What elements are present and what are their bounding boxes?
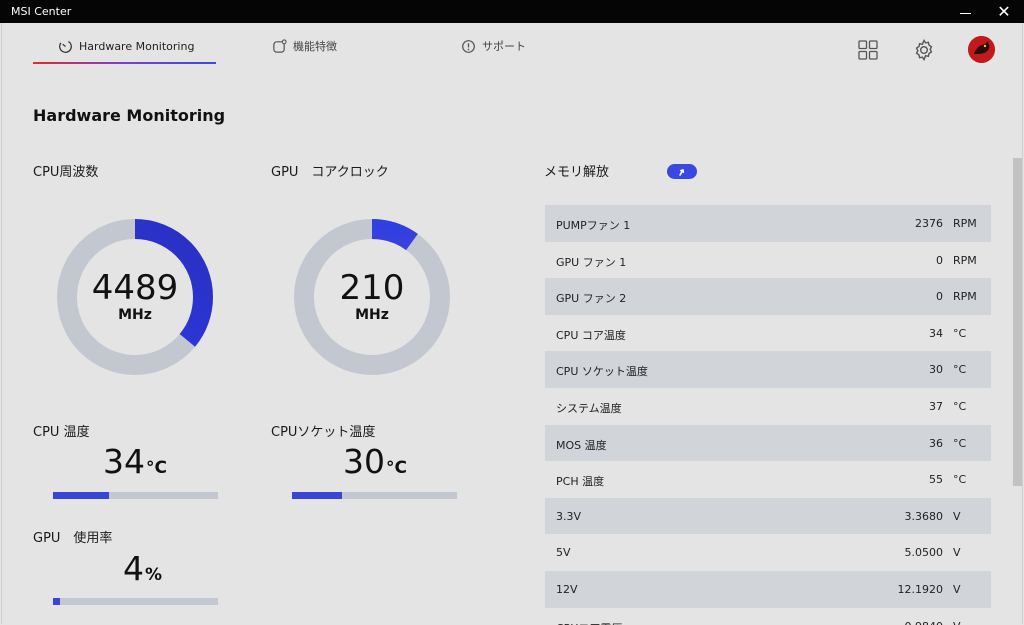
title-bar: MSI Center ✕: [0, 0, 1024, 23]
sensor-value: 2376: [915, 217, 943, 230]
cpu-temp-bar: [53, 492, 218, 499]
sensor-value: 30: [929, 363, 943, 377]
cpu-socket-temp-label: CPUソケット温度: [271, 425, 376, 440]
table-row: CPU コア温度 34 °C: [545, 315, 991, 352]
gpu-usage-bar-fill: [53, 598, 60, 605]
gpu-usage-bar: [53, 598, 218, 605]
sensor-unit: V: [953, 546, 961, 560]
sensor-unit: V: [953, 620, 961, 625]
sensor-name: PUMPファン 1: [556, 219, 631, 232]
gpu-usage-label: GPU 使用率: [33, 531, 113, 546]
sensor-name: 12V: [556, 582, 578, 596]
table-row: CPU ソケット温度 30 °C: [545, 351, 991, 388]
cpu-temp-unit: °C: [146, 458, 167, 478]
sensor-value: 0: [936, 253, 943, 267]
sensor-value: 55: [929, 473, 943, 487]
sensor-unit: °C: [953, 326, 967, 340]
page-title: Hardware Monitoring: [33, 106, 226, 125]
table-row: CPUコア電圧 0.9840 V: [545, 608, 991, 625]
sensor-value: 0: [936, 290, 943, 304]
cpu-frequency-unit: MHz: [118, 307, 152, 323]
features-icon: [271, 38, 287, 54]
sensor-table: PUMPファン 1 2376 RPM GPU ファン 1 0 RPM GPU ファン 20R…: [545, 205, 991, 625]
table-row: GPU ファン 1 0 RPM: [545, 242, 991, 279]
gpu-clock-unit: MHz: [355, 307, 389, 323]
active-tab-indicator: [33, 62, 216, 64]
cpu-socket-temp-bar-fill: [292, 492, 342, 499]
sensor-name: システム温度: [556, 401, 622, 415]
sensor-unit: V: [953, 582, 961, 596]
avatar[interactable]: [968, 36, 995, 63]
sensor-name: 5V: [556, 546, 571, 560]
cpu-socket-temp-bar: [292, 492, 457, 499]
tab-support[interactable]: サポート: [460, 36, 526, 56]
grid-icon: [858, 40, 878, 60]
table-row: 5V 5.0500 V: [545, 534, 991, 571]
window-title: MSI Center: [11, 5, 72, 18]
dragon-logo-icon: [968, 36, 995, 63]
sensor-name: CPU コア温度: [556, 328, 626, 342]
sensor-unit: RPM: [953, 217, 977, 230]
sensor-name: 3.3V: [556, 509, 582, 523]
gear-icon: [915, 39, 933, 61]
tab-features[interactable]: 機能特徴: [271, 36, 337, 56]
gpu-usage-value: 4: [123, 549, 144, 588]
table-row: MOS 温度 36 °C: [545, 424, 991, 462]
sensor-name: CPUコア電圧: [556, 620, 622, 625]
sensor-unit: V: [953, 509, 961, 523]
gpu-usage-unit: %: [145, 565, 163, 585]
settings-button[interactable]: [912, 38, 936, 62]
cpu-socket-temp-readout: 30°C: [343, 442, 407, 481]
cpu-temp-readout: 34°C: [103, 442, 167, 481]
gpu-clock-label: GPU コアクロック: [271, 165, 389, 180]
sensor-value: 12.1920: [897, 582, 944, 596]
cpu-temp-label: CPU 温度: [33, 425, 90, 440]
cpu-temp-bar-fill: [53, 492, 110, 499]
table-row: GPU ファン 2 0 RPM: [545, 278, 991, 315]
sensor-name: CPU ソケット温度: [556, 365, 648, 379]
sensor-name: GPU ファン 2: [556, 292, 627, 306]
minimize-icon: [959, 12, 971, 15]
sensor-value: 37: [929, 399, 943, 413]
sensor-value: 3.3680: [904, 509, 944, 523]
cpu-frequency-label: CPU周波数: [33, 165, 99, 180]
memory-release-button[interactable]: [667, 164, 697, 179]
table-row: 12V 12.1920 V: [545, 570, 991, 608]
sensor-unit: RPM: [953, 290, 977, 304]
apps-grid-button[interactable]: [856, 38, 880, 62]
table-row: 3.3V 3.3680 V: [545, 497, 991, 535]
table-row: PUMPファン 1 2376 RPM: [545, 205, 991, 242]
tab-label: 機能特徴: [293, 40, 337, 53]
cpu-temp-value: 34: [103, 442, 145, 481]
gpu-usage-readout: 4%: [123, 549, 162, 588]
arrow-up-icon: [679, 168, 685, 176]
cpu-socket-temp-unit: °C: [386, 458, 407, 478]
gpu-clock-value: 210: [339, 268, 405, 308]
table-row: PCH 温度 55 °C: [545, 461, 991, 498]
sensor-value: 36: [929, 436, 943, 450]
sensor-unit: °C: [953, 363, 967, 377]
sensor-unit: °C: [953, 399, 967, 413]
tab-label: Hardware Monitoring: [79, 39, 195, 53]
table-row: システム温度 37 °C: [545, 388, 991, 425]
close-button[interactable]: ✕: [989, 0, 1019, 23]
tab-label: サポート: [482, 40, 526, 53]
sensor-value: 0.9840: [905, 620, 944, 625]
sensor-name: GPU ファン 1: [556, 255, 627, 269]
sensor-name: PCH 温度: [556, 475, 605, 489]
sensor-value: 5.0500: [904, 546, 944, 560]
sensor-unit: °C: [953, 473, 967, 487]
scrollbar[interactable]: [1013, 158, 1022, 486]
minimize-button[interactable]: [950, 0, 980, 23]
tab-hardware-monitoring[interactable]: Hardware Monitoring: [57, 36, 194, 56]
cpu-frequency-value: 4489: [91, 268, 179, 308]
support-icon: [460, 38, 476, 54]
sensor-unit: RPM: [953, 253, 977, 267]
gauge-icon: [57, 38, 73, 54]
memory-release-label: メモリ解放: [544, 165, 610, 180]
sensor-unit: °C: [953, 436, 967, 450]
cpu-socket-temp-value: 30: [343, 442, 385, 481]
sensor-value: 34: [929, 326, 943, 340]
sensor-name: MOS 温度: [556, 438, 607, 452]
